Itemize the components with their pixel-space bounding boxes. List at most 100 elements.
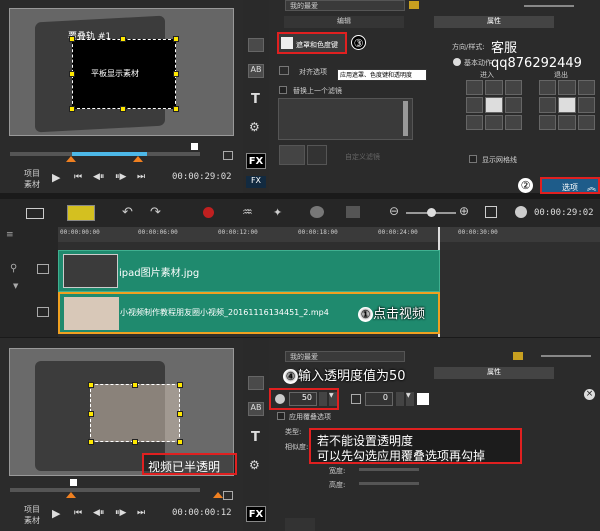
border-input[interactable]: 0 (365, 392, 393, 406)
timecode-display[interactable]: 00:00:29:02 (172, 172, 232, 182)
border-dropdown[interactable]: ▼ (406, 392, 414, 406)
mask-chroma-button[interactable]: 遮罩和色度键 (277, 32, 347, 54)
filter-list[interactable] (278, 98, 413, 140)
resize-handle[interactable] (69, 71, 75, 77)
resize-handle[interactable] (132, 439, 138, 445)
arrow-ul[interactable] (539, 80, 557, 96)
arrow-dl[interactable] (466, 114, 484, 130)
storyboard-icon[interactable] (26, 208, 44, 219)
zoom-slider[interactable] (524, 5, 574, 7)
transition-icon[interactable]: AB (248, 64, 264, 78)
trim-end-marker[interactable] (133, 156, 143, 162)
arrow-down[interactable] (485, 114, 503, 130)
zoom-out-icon[interactable]: ⊖ (389, 204, 399, 218)
arrow-ur[interactable] (577, 80, 595, 96)
arrow-ur[interactable] (504, 80, 522, 96)
video-clip[interactable]: 小视频制作教程朋友圈小视频_20161116134451_2.mp4 ① 点击视频 (58, 292, 440, 334)
record-icon[interactable] (203, 207, 214, 218)
arrow-right[interactable] (504, 97, 522, 113)
next-frame-icon[interactable]: ⏸▶ (115, 172, 126, 182)
fit-project-icon[interactable] (485, 206, 497, 218)
prev-frame-icon[interactable]: ◀⏸ (93, 508, 104, 518)
resize-handle[interactable] (177, 439, 183, 445)
media-icon[interactable] (248, 38, 264, 52)
playhead-marker[interactable] (70, 479, 77, 486)
border-spin[interactable] (396, 392, 404, 406)
play-icon[interactable]: ▶ (52, 507, 60, 520)
graphics-icon[interactable]: ⚙ (249, 458, 260, 472)
preset-swatch[interactable] (285, 518, 315, 531)
arrow-up[interactable] (558, 80, 576, 96)
arrow-dr[interactable] (504, 114, 522, 130)
overlay-track-link-icon[interactable] (37, 264, 49, 274)
grid-checkbox[interactable] (469, 155, 477, 163)
fx-icon[interactable]: FX (246, 153, 266, 169)
resize-handle[interactable] (69, 106, 75, 112)
clock-icon[interactable] (515, 206, 527, 218)
tab-edit[interactable]: 编辑 (284, 16, 404, 28)
arrow-right[interactable] (577, 97, 595, 113)
arrow-up[interactable] (485, 80, 503, 96)
opacity-icon[interactable] (275, 394, 285, 404)
timecode-display[interactable]: 00:00:00:12 (172, 508, 232, 518)
resize-handle[interactable] (177, 411, 183, 417)
motion-icon[interactable]: ✦ (273, 206, 282, 219)
arrow-ul[interactable] (466, 80, 484, 96)
align-options-label[interactable]: 对齐选项 (299, 67, 327, 77)
start-icon[interactable]: ⏮ (74, 172, 82, 182)
resize-handle[interactable] (173, 36, 179, 42)
exit-direction-grid[interactable] (539, 80, 595, 130)
close-icon[interactable]: × (584, 389, 595, 400)
trim-start-marker[interactable] (66, 156, 76, 162)
folder-icon[interactable] (409, 1, 419, 9)
arrow-left[interactable] (466, 97, 484, 113)
copy-icon[interactable] (223, 491, 233, 500)
tab-properties[interactable]: 属性 (434, 16, 554, 28)
overlay-clip-translucent[interactable] (90, 384, 180, 442)
favorites-dropdown[interactable]: 我的最爱 (285, 351, 405, 362)
height-slider[interactable] (359, 482, 419, 485)
resize-handle[interactable] (88, 439, 94, 445)
scrubber-track[interactable] (10, 152, 200, 156)
border-icon[interactable] (351, 394, 361, 404)
add-track-icon[interactable]: ≡ (6, 230, 14, 240)
zoom-slider-thumb[interactable] (427, 208, 436, 217)
opacity-input[interactable]: 50 (289, 392, 317, 406)
transition-icon[interactable]: AB (248, 402, 264, 416)
options-button[interactable]: 选项 ︽ (540, 177, 600, 194)
width-slider[interactable] (359, 468, 419, 471)
basic-motion-radio[interactable] (453, 58, 461, 66)
arrow-center[interactable] (558, 97, 576, 113)
scrubber-track[interactable] (10, 488, 200, 492)
redo-icon[interactable]: ↷ (150, 205, 161, 220)
zoom-in-icon[interactable]: ⊕ (459, 204, 469, 218)
fx-icon-2[interactable]: FX (246, 176, 266, 188)
zoom-slider[interactable] (541, 355, 591, 357)
overlay-clip[interactable]: ipad图片素材.jpg (58, 250, 440, 292)
resize-handle[interactable] (173, 71, 179, 77)
resize-handle[interactable] (173, 106, 179, 112)
play-icon[interactable]: ▶ (52, 171, 60, 184)
resize-handle[interactable] (120, 36, 126, 42)
title-icon[interactable]: T (251, 430, 260, 445)
undo-icon[interactable]: ↶ (122, 205, 133, 220)
folder-icon[interactable] (513, 352, 523, 360)
opacity-dropdown[interactable]: ▼ (329, 392, 337, 406)
align-icon[interactable] (279, 66, 289, 75)
arrow-center[interactable] (485, 97, 503, 113)
resize-handle[interactable] (177, 382, 183, 388)
resize-handle[interactable] (88, 411, 94, 417)
next-frame-icon[interactable]: ⏸▶ (115, 508, 126, 518)
resize-handle[interactable] (88, 382, 94, 388)
filter-dropdown[interactable] (307, 145, 327, 165)
opacity-spin[interactable] (319, 392, 327, 406)
custom-filter-label[interactable]: 自定义滤镜 (345, 152, 380, 162)
trim-start-marker[interactable] (66, 492, 76, 498)
arrow-down[interactable] (558, 114, 576, 130)
border-color-swatch[interactable] (417, 393, 429, 405)
filter-scroll[interactable] (403, 101, 408, 136)
favorites-dropdown[interactable]: 我的最爱 (285, 0, 405, 11)
end-icon[interactable]: ⏭ (137, 172, 145, 182)
video-track-link-icon[interactable] (37, 307, 49, 317)
fit-icon[interactable] (346, 206, 360, 218)
